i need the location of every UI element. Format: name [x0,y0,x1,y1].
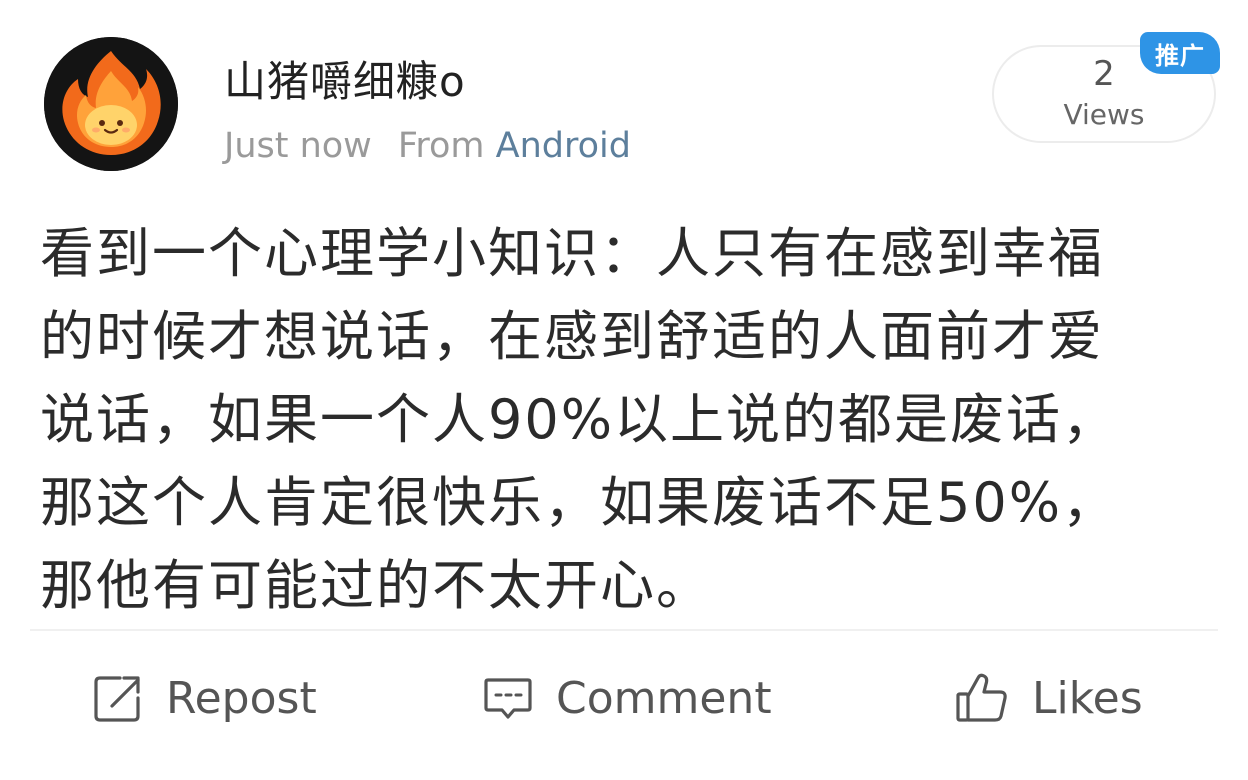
username[interactable]: 山猪嚼细糠o [224,48,466,109]
post-meta: Just now From Android [224,126,631,166]
post-text-line: 那他有可能过的不太开心。 [40,554,712,617]
comment-button[interactable]: Comment [482,662,772,734]
like-button[interactable]: Likes [954,662,1143,734]
repost-label: Repost [166,672,317,724]
post-body: 看到一个心理学小知识：人只有在感到幸福 的时候才想说话，在感到舒适的人面前才爱 … [40,212,1200,627]
repost-icon [94,676,140,722]
divider [30,629,1218,631]
promo-badge[interactable]: 推广 [1140,32,1220,74]
post-text-line: 说话，如果一个人90%以上说的都是废话， [40,388,1119,451]
comment-label: Comment [556,672,772,724]
comment-icon [484,678,532,719]
views-label: Views [1063,98,1145,131]
like-label: Likes [1032,672,1143,724]
post-text-line: 那这个人肯定很快乐，如果废话不足50%， [40,471,1119,534]
post-text-line: 的时候才想说话，在感到舒适的人面前才爱 [40,305,1104,368]
post-time: Just now [224,126,372,166]
fire-icon [44,37,178,171]
post-text-line: 看到一个心理学小知识：人只有在感到幸福 [40,222,1104,285]
user-avatar[interactable] [44,37,178,171]
source-prefix: From [397,126,485,166]
repost-button[interactable]: Repost [92,662,317,734]
thumbs-up-icon [956,673,1007,722]
post-card: 山猪嚼细糠o Just now From Android 2 Views 推广 看… [0,0,1248,780]
source-app-link[interactable]: Android [496,126,631,166]
